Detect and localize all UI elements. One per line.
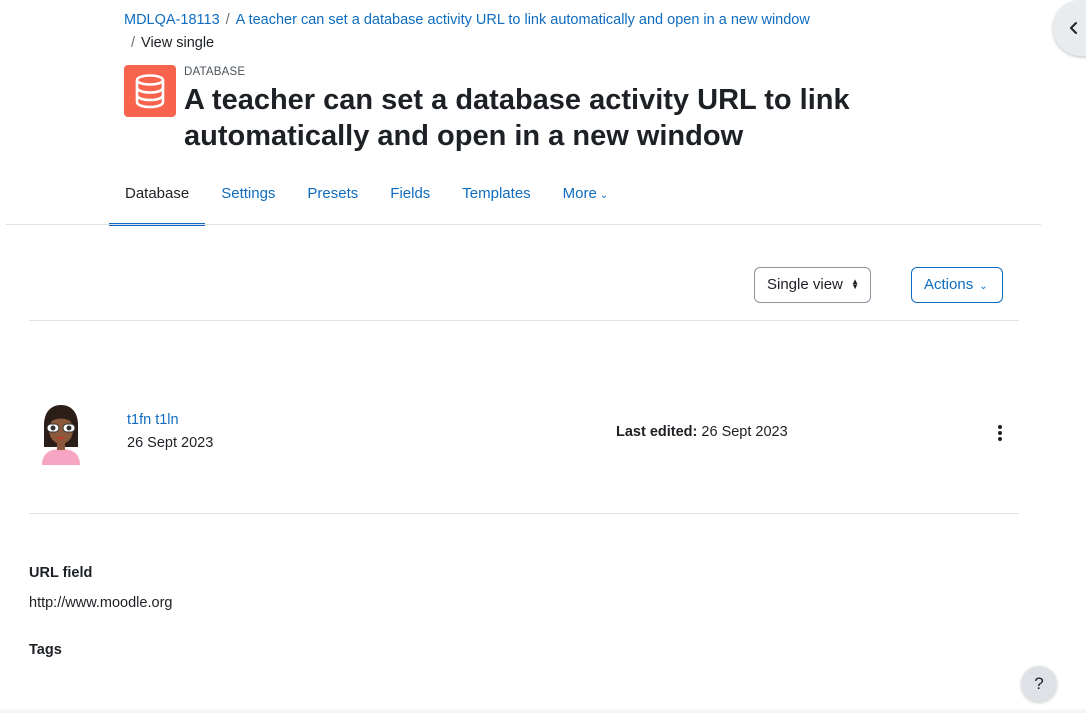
module-type-label: DATABASE [184,66,246,78]
url-field-label: URL field [29,565,93,581]
tab-label: Fields [390,185,431,202]
author-link[interactable]: t1fn t1ln [127,412,179,428]
secondary-navigation: Database Settings Presets Fields Templat… [109,170,625,226]
entry-date: 26 Sept 2023 [127,435,214,451]
footer-shadow [0,708,1086,713]
tab-label: Settings [221,185,276,202]
tabs-divider [6,224,1041,225]
database-icon [124,65,176,117]
avatar[interactable] [36,403,86,465]
last-edited-value: 26 Sept 2023 [701,424,788,440]
view-mode-select[interactable]: Single view ▲ ▼ [754,267,871,303]
chevron-down-icon: ⌄ [979,281,988,292]
breadcrumb: MDLQA-18113 / A teacher can set a database… [124,9,884,55]
tab-label: More [562,185,597,202]
tab-presets[interactable]: Presets [291,170,374,226]
last-edited-label: Last edited: [616,424,698,440]
page-title: A teacher can set a database activity UR… [184,84,850,152]
breadcrumb-activity-link[interactable]: A teacher can set a database activity UR… [236,12,810,28]
tab-more[interactable]: More ⌄ [547,170,625,226]
page: MDLQA-18113 / A teacher can set a database… [0,0,1086,713]
view-mode-value: Single view [767,276,843,293]
help-button[interactable]: ? [1021,666,1057,702]
tab-fields[interactable]: Fields [374,170,446,226]
url-field-value: http://www.moodle.org [29,595,173,611]
chevron-left-icon [1070,22,1077,34]
breadcrumb-separator: / [131,35,136,51]
tab-templates[interactable]: Templates [446,170,546,226]
tags-label: Tags [29,642,62,658]
entry-actions-menu-icon[interactable] [990,421,1010,445]
breadcrumb-current: View single [141,35,215,51]
tab-settings[interactable]: Settings [205,170,291,226]
chevron-down-icon: ⌄ [599,190,609,201]
breadcrumb-line2: / View single [123,32,884,55]
actions-button[interactable]: Actions ⌄ [911,267,1003,303]
select-updown-icon: ▲ ▼ [851,277,859,292]
tab-label: Templates [462,185,531,202]
tab-database[interactable]: Database [109,170,206,226]
open-drawer-button[interactable] [1053,0,1086,56]
tab-label: Database [125,185,190,202]
tab-label: Presets [307,185,359,202]
divider [29,513,1019,514]
divider [29,320,1019,321]
breadcrumb-separator: / [225,12,230,28]
last-edited: Last edited: 26 Sept 2023 [616,424,788,440]
breadcrumb-course-link[interactable]: MDLQA-18113 [124,12,220,28]
actions-label: Actions [924,276,974,293]
